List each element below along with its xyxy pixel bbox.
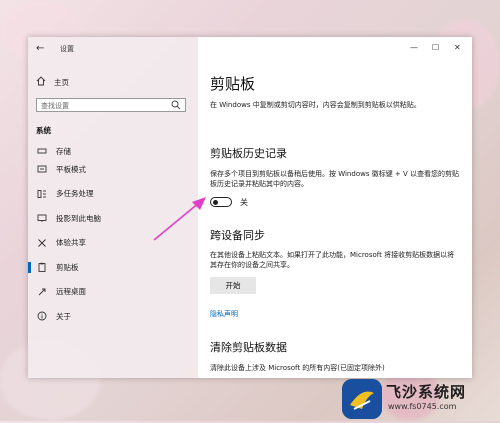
watermark: 飞沙系统网 www.fs0745.com (340, 375, 500, 421)
clipboard-icon (36, 261, 48, 273)
page-intro: 在 Windows 中复制或剪切内容时，内容会复制到剪贴板以供粘贴。 (210, 101, 421, 109)
clear-heading: 清除剪贴板数据 (210, 341, 287, 354)
sync-start-button[interactable]: 开始 (210, 277, 256, 294)
section-label: 系统 (36, 126, 51, 135)
brand-url: www.fs0745.com (388, 402, 457, 411)
project-icon (36, 212, 48, 224)
search-icon[interactable] (171, 100, 181, 110)
share-icon (36, 237, 48, 249)
clear-description: 清除此设备上涉及 Microsoft 的所有内容(已固定项除外) (210, 364, 385, 372)
annotation-arrow (153, 197, 206, 241)
close-button[interactable]: ✕ (454, 43, 461, 52)
page-title: 剪贴板 (210, 75, 256, 93)
info-icon (36, 310, 48, 322)
sidebar-item-label: 剪贴板 (56, 262, 79, 272)
maximize-button[interactable]: ☐ (432, 43, 439, 52)
sidebar-item-remote-desktop[interactable]: 远程桌面 (28, 280, 198, 305)
home-icon (36, 76, 48, 88)
toggle-knob (213, 199, 218, 205)
sidebar-item-storage[interactable]: 存储 (28, 141, 198, 157)
multitask-icon (36, 188, 48, 200)
search-input[interactable]: 查找设置 (36, 98, 186, 112)
clipboard-history-toggle[interactable] (210, 197, 232, 207)
sync-heading: 跨设备同步 (210, 229, 265, 242)
home-nav-item[interactable]: 主页 (36, 75, 69, 89)
sidebar-item-label: 存储 (56, 147, 71, 156)
sidebar-item-label: 关于 (56, 311, 71, 321)
sidebar-item-label: 平板模式 (56, 164, 86, 174)
history-description: 保存多个项目到剪贴板以备稍后使用。按 Windows 徽标键 + V 以查看您的… (210, 170, 460, 188)
privacy-link[interactable]: 隐私声明 (210, 309, 238, 319)
brand-name: 飞沙系统网 (386, 383, 467, 401)
search-placeholder: 查找设置 (41, 102, 69, 110)
brand-logo-icon (342, 379, 382, 419)
sidebar-item-label: 体验共享 (56, 238, 86, 248)
sync-description: 在其他设备上粘贴文本。如果打开了此功能，Microsoft 将接收剪贴板数据以将… (210, 251, 455, 269)
history-heading: 剪贴板历史记录 (210, 147, 287, 160)
home-label: 主页 (54, 77, 69, 87)
content-pane: — ☐ ✕ 剪贴板 在 Windows 中复制或剪切内容时，内容会复制到剪贴板以… (198, 37, 472, 378)
sidebar-item-label: 多任务处理 (56, 189, 94, 199)
toggle-state-label: 关 (240, 198, 248, 207)
sidebar-item-label: 远程桌面 (56, 287, 86, 297)
sidebar-item-tablet-mode[interactable]: 平板模式 (28, 157, 198, 182)
back-button[interactable]: ← (36, 43, 44, 54)
tablet-icon (36, 163, 48, 175)
window-title: 设置 (60, 45, 74, 53)
storage-icon (36, 145, 48, 157)
remote-icon (36, 286, 48, 298)
sidebar-item-about[interactable]: 关于 (28, 304, 198, 329)
sidebar-item-clipboard[interactable]: 剪贴板 (28, 255, 198, 280)
minimize-button[interactable]: — (410, 43, 418, 52)
settings-window: ← 设置 主页 查找设置 系统 存储 平板模式 多任务处理 投影到此电脑 体验共… (28, 37, 472, 378)
sidebar-item-label: 投影到此电脑 (56, 213, 101, 223)
